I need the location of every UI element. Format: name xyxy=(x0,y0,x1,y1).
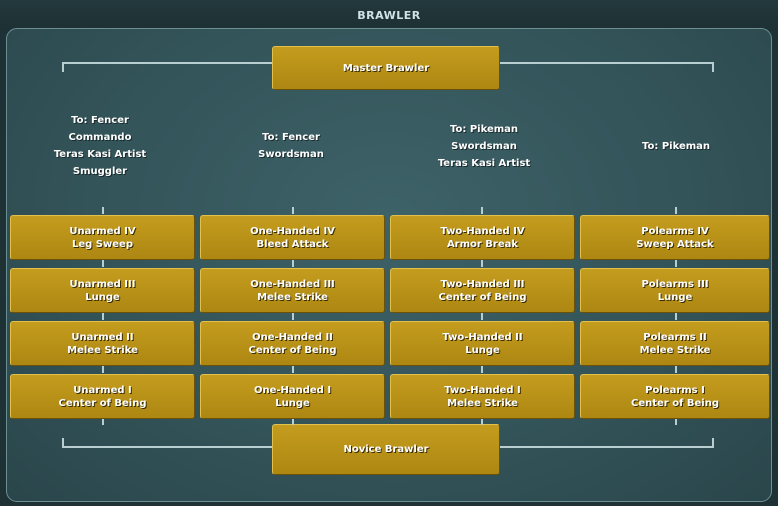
connector xyxy=(292,418,294,425)
skill-box-two-handed-2[interactable]: Two-Handed II Lunge xyxy=(390,321,575,366)
skill-ability: Lunge xyxy=(85,291,120,303)
requirement-text: To: Fencer xyxy=(262,132,320,143)
connector xyxy=(675,260,677,267)
skill-box-polearms-2[interactable]: Polearms II Melee Strike xyxy=(580,321,770,366)
skill-title: Unarmed II xyxy=(71,331,134,343)
polearms-requirements: To: Pikeman xyxy=(586,138,766,155)
requirement-text: Smuggler xyxy=(72,166,128,177)
skill-title: One-Handed I xyxy=(253,384,332,396)
connector xyxy=(675,313,677,320)
skill-box-two-handed-4[interactable]: Two-Handed IV Armor Break xyxy=(390,215,575,260)
connector xyxy=(102,366,104,373)
requirement-text: Swordsman xyxy=(451,141,517,152)
skill-box-unarmed-4[interactable]: Unarmed IV Leg Sweep xyxy=(10,215,195,260)
connector xyxy=(292,207,294,214)
connector xyxy=(481,418,483,425)
skill-ability: Melee Strike xyxy=(639,344,711,356)
skill-ability: Bleed Attack xyxy=(256,238,329,250)
skill-title: One-Handed II xyxy=(252,331,333,343)
skill-title: Two-Handed II xyxy=(442,331,523,343)
connector xyxy=(292,366,294,373)
requirement-text: To: Pikeman xyxy=(641,141,711,152)
skill-title: Two-Handed I xyxy=(444,384,521,396)
connector xyxy=(481,313,483,320)
skill-box-polearms-4[interactable]: Polearms IV Sweep Attack xyxy=(580,215,770,260)
requirement-text: To: Fencer xyxy=(71,115,129,126)
skill-title: Two-Handed III xyxy=(440,278,525,290)
novice-brawler-box[interactable]: Novice Brawler xyxy=(272,424,500,475)
skill-ability: Armor Break xyxy=(446,238,519,250)
requirement-text: To: Pikeman xyxy=(449,124,519,135)
skill-title: Polearms I xyxy=(645,384,705,396)
connector xyxy=(102,260,104,267)
skill-title: One-Handed IV xyxy=(250,225,335,237)
skill-title: Polearms IV xyxy=(641,225,709,237)
master-brawler-box[interactable]: Master Brawler xyxy=(272,46,500,90)
skill-box-one-handed-3[interactable]: One-Handed III Melee Strike xyxy=(200,268,385,313)
skill-ability: Melee Strike xyxy=(257,291,328,303)
skill-ability: Leg Sweep xyxy=(72,238,133,250)
skill-box-unarmed-3[interactable]: Unarmed III Lunge xyxy=(10,268,195,313)
connector xyxy=(292,313,294,320)
skill-title: Polearms III xyxy=(641,278,709,290)
skill-box-polearms-1[interactable]: Polearms I Center of Being xyxy=(580,374,770,419)
requirement-text: Commando xyxy=(68,132,132,143)
connector xyxy=(102,207,104,214)
connector xyxy=(481,207,483,214)
master-brawler-label: Master Brawler xyxy=(342,62,430,74)
skill-box-unarmed-2[interactable]: Unarmed II Melee Strike xyxy=(10,321,195,366)
skill-title: Unarmed III xyxy=(69,278,136,290)
skill-box-one-handed-4[interactable]: One-Handed IV Bleed Attack xyxy=(200,215,385,260)
one-handed-requirements: To: Fencer Swordsman xyxy=(201,129,381,163)
novice-brawler-label: Novice Brawler xyxy=(343,444,429,455)
two-handed-requirements: To: Pikeman Swordsman Teras Kasi Artist xyxy=(394,121,574,172)
connector xyxy=(292,260,294,267)
skill-box-unarmed-1[interactable]: Unarmed I Center of Being xyxy=(10,374,195,419)
skill-box-two-handed-1[interactable]: Two-Handed I Melee Strike xyxy=(390,374,575,419)
skill-box-one-handed-2[interactable]: One-Handed II Center of Being xyxy=(200,321,385,366)
window-title: BRAWLER xyxy=(357,9,421,22)
skill-box-one-handed-1[interactable]: One-Handed I Lunge xyxy=(200,374,385,419)
skill-box-two-handed-3[interactable]: Two-Handed III Center of Being xyxy=(390,268,575,313)
skill-ability: Center of Being xyxy=(630,397,720,409)
connector xyxy=(675,418,677,425)
skill-ability: Lunge xyxy=(465,344,500,356)
requirement-text: Swordsman xyxy=(258,149,324,160)
skill-ability: Lunge xyxy=(657,291,693,303)
skill-title: Unarmed IV xyxy=(69,225,136,237)
skill-title: One-Handed III xyxy=(250,278,335,290)
skill-ability: Center of Being xyxy=(248,344,337,356)
connector xyxy=(675,366,677,373)
skill-ability: Melee Strike xyxy=(67,344,138,356)
skill-ability: Center of Being xyxy=(58,397,147,409)
skill-ability: Sweep Attack xyxy=(636,238,714,250)
skill-ability: Center of Being xyxy=(438,291,527,303)
requirement-text: Teras Kasi Artist xyxy=(437,158,531,169)
skill-title: Polearms II xyxy=(643,331,707,343)
connector xyxy=(481,260,483,267)
connector xyxy=(481,366,483,373)
connector xyxy=(102,313,104,320)
skill-title: Unarmed I xyxy=(73,384,132,396)
skill-box-polearms-3[interactable]: Polearms III Lunge xyxy=(580,268,770,313)
unarmed-requirements: To: Fencer Commando Teras Kasi Artist Sm… xyxy=(10,112,190,180)
skill-title: Two-Handed IV xyxy=(440,225,525,237)
skill-ability: Melee Strike xyxy=(447,397,518,409)
skill-ability: Lunge xyxy=(275,397,310,409)
connector xyxy=(675,207,677,214)
title-bar: BRAWLER xyxy=(0,0,778,30)
connector xyxy=(102,418,104,425)
requirement-text: Teras Kasi Artist xyxy=(53,149,147,160)
